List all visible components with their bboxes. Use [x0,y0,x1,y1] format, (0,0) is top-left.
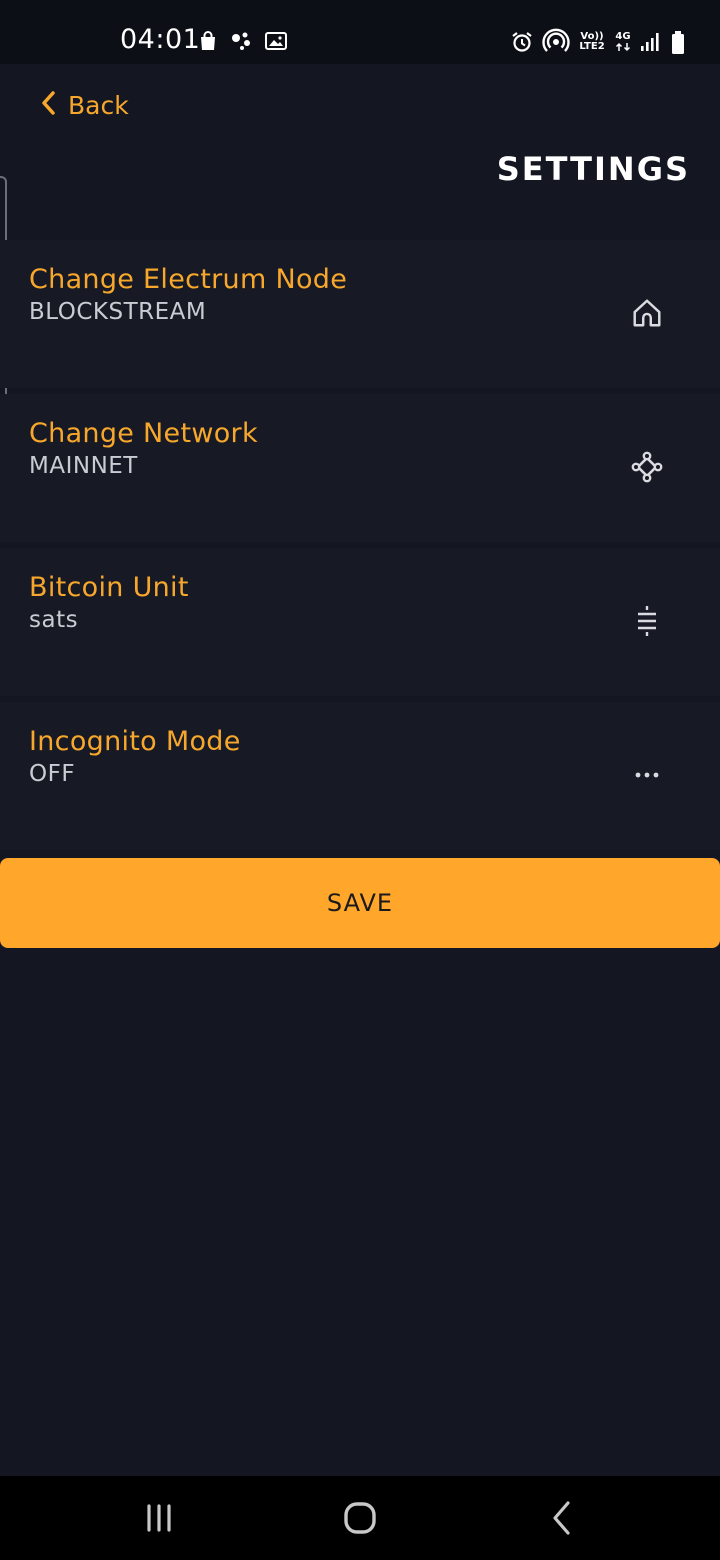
setting-value: MAINNET [29,453,138,479]
home-icon [628,294,666,332]
page-title: SETTINGS [496,150,690,188]
setting-row-electrum-node[interactable]: Change Electrum Node BLOCKSTREAM [0,240,720,388]
home-circle-icon[interactable] [336,1496,384,1540]
setting-title: Change Electrum Node [29,264,348,295]
setting-value: sats [29,607,79,633]
recent-apps-icon[interactable] [135,1496,183,1540]
alarm-icon [510,30,534,54]
sats-unit-icon [628,602,666,640]
save-button[interactable]: SAVE [0,858,720,948]
image-icon [264,29,288,53]
assistant-dots-icon [230,29,254,53]
setting-value: OFF [29,761,76,787]
back-chevron-icon[interactable] [538,1496,586,1540]
setting-value: BLOCKSTREAM [29,299,207,325]
status-time: 04:01 [120,24,201,55]
network-label: 4G [615,31,631,42]
volte-icon: Vo)) LTE2 [578,32,606,52]
shopping-bag-icon [196,29,220,53]
hotspot-icon [542,28,570,56]
navigation-bar [0,1476,720,1560]
back-button[interactable]: Back [38,88,129,122]
signal-icon [640,30,662,54]
setting-row-incognito-mode[interactable]: Incognito Mode OFF [0,702,720,850]
setting-row-bitcoin-unit[interactable]: Bitcoin Unit sats [0,548,720,696]
setting-title: Change Network [29,418,258,449]
battery-icon [670,30,686,54]
chevron-left-icon [38,88,58,122]
network-nodes-icon [628,448,666,486]
status-left-icons [196,29,288,53]
more-dots-icon [628,756,666,794]
setting-title: Incognito Mode [29,726,241,757]
status-bar: 04:01 Vo)) LTE2 4G [0,0,720,64]
volte-label-bottom: LTE2 [579,41,605,52]
status-right-icons: Vo)) LTE2 4G [510,28,686,56]
setting-title: Bitcoin Unit [29,572,189,603]
4g-icon: 4G [614,32,632,52]
setting-row-network[interactable]: Change Network MAINNET [0,394,720,542]
back-label: Back [68,90,129,120]
settings-list: Change Electrum Node BLOCKSTREAM Change … [0,240,720,856]
